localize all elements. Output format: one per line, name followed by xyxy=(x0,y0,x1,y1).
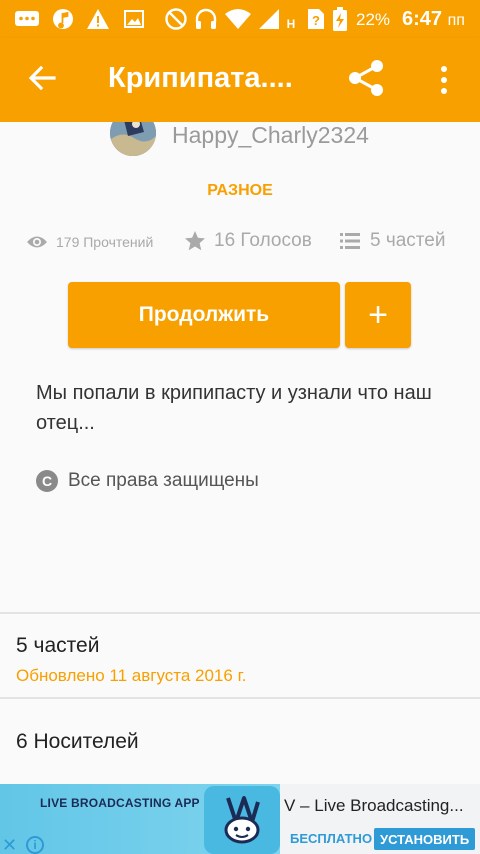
signal-icon xyxy=(258,9,280,29)
story-details: Happy_Charly2324 РАЗНОЕ 179 Прочтений 16… xyxy=(0,122,480,784)
copyright-label: Все права защищены xyxy=(68,470,259,491)
parts-count: 5 частей xyxy=(370,230,446,251)
ad-banner-text: LIVE BROADCASTING APP xyxy=(40,796,200,810)
music-icon xyxy=(52,9,74,29)
clock-suffix: пп xyxy=(447,12,465,29)
svg-text:?: ? xyxy=(312,13,320,28)
media-section-title[interactable]: 6 Носителей xyxy=(16,730,139,754)
wifi-icon xyxy=(224,9,252,29)
more-vert-icon[interactable] xyxy=(434,60,454,100)
warning-icon xyxy=(86,9,110,29)
clock-time: 6:47 xyxy=(402,8,443,30)
votes-count: 16 Голосов xyxy=(214,230,312,251)
clock: 6:47 пп xyxy=(402,8,465,31)
reads-stat: 179 Прочтений xyxy=(26,234,153,250)
chat-icon xyxy=(14,9,40,29)
parts-stat: 5 частей xyxy=(340,230,445,252)
star-icon xyxy=(184,230,206,252)
page-title: Крипипата.... xyxy=(108,62,293,94)
battery-charging-icon xyxy=(332,7,348,31)
divider xyxy=(0,612,480,614)
app-bar: Крипипата.... xyxy=(0,38,480,122)
status-bar: H ? 22% 6:47 пп xyxy=(0,0,480,38)
divider xyxy=(0,697,480,699)
sim-unknown-icon: ? xyxy=(306,9,326,29)
parts-section-title[interactable]: 5 частей xyxy=(16,634,99,658)
parts-updated-date: Обновлено 11 августа 2016 г. xyxy=(16,666,247,685)
story-description[interactable]: Мы попали в крипипасту и узнали что наш … xyxy=(36,378,456,438)
story-stats: 179 Прочтений 16 Голосов 5 частей xyxy=(0,230,480,258)
app-logo-icon[interactable] xyxy=(204,786,280,854)
plus-icon: + xyxy=(368,295,388,334)
continue-reading-button[interactable]: Продолжить xyxy=(68,282,340,348)
ad-close-icon[interactable]: ✕ xyxy=(2,836,22,854)
copyright-icon: C xyxy=(36,470,58,492)
battery-percent: 22% xyxy=(356,10,391,29)
reads-count: 179 Прочтений xyxy=(56,234,154,250)
copyright-notice: C Все права защищены xyxy=(36,470,259,492)
do-not-disturb-icon xyxy=(164,8,188,30)
headphones-icon xyxy=(194,8,218,29)
network-type-label: H xyxy=(286,17,296,31)
author-avatar[interactable] xyxy=(110,122,156,156)
author-name[interactable]: Happy_Charly2324 xyxy=(172,122,369,149)
back-arrow-icon[interactable] xyxy=(26,62,58,94)
ad-title[interactable]: V – Live Broadcasting... xyxy=(284,796,464,816)
image-icon xyxy=(124,9,144,29)
story-category[interactable]: РАЗНОЕ xyxy=(0,182,480,200)
ad-install-button[interactable]: УСТАНОВИТЬ xyxy=(374,828,476,850)
ad-free-label: БЕСПЛАТНО xyxy=(290,831,373,846)
ad-banner[interactable]: LIVE BROADCASTING APP V – Live Broadcast… xyxy=(0,784,480,854)
eye-icon xyxy=(26,234,48,250)
ad-info-icon[interactable]: i xyxy=(26,836,44,854)
add-to-library-button[interactable]: + xyxy=(345,282,411,348)
share-icon[interactable] xyxy=(346,58,386,98)
list-icon xyxy=(340,232,360,250)
votes-stat: 16 Голосов xyxy=(184,230,312,252)
